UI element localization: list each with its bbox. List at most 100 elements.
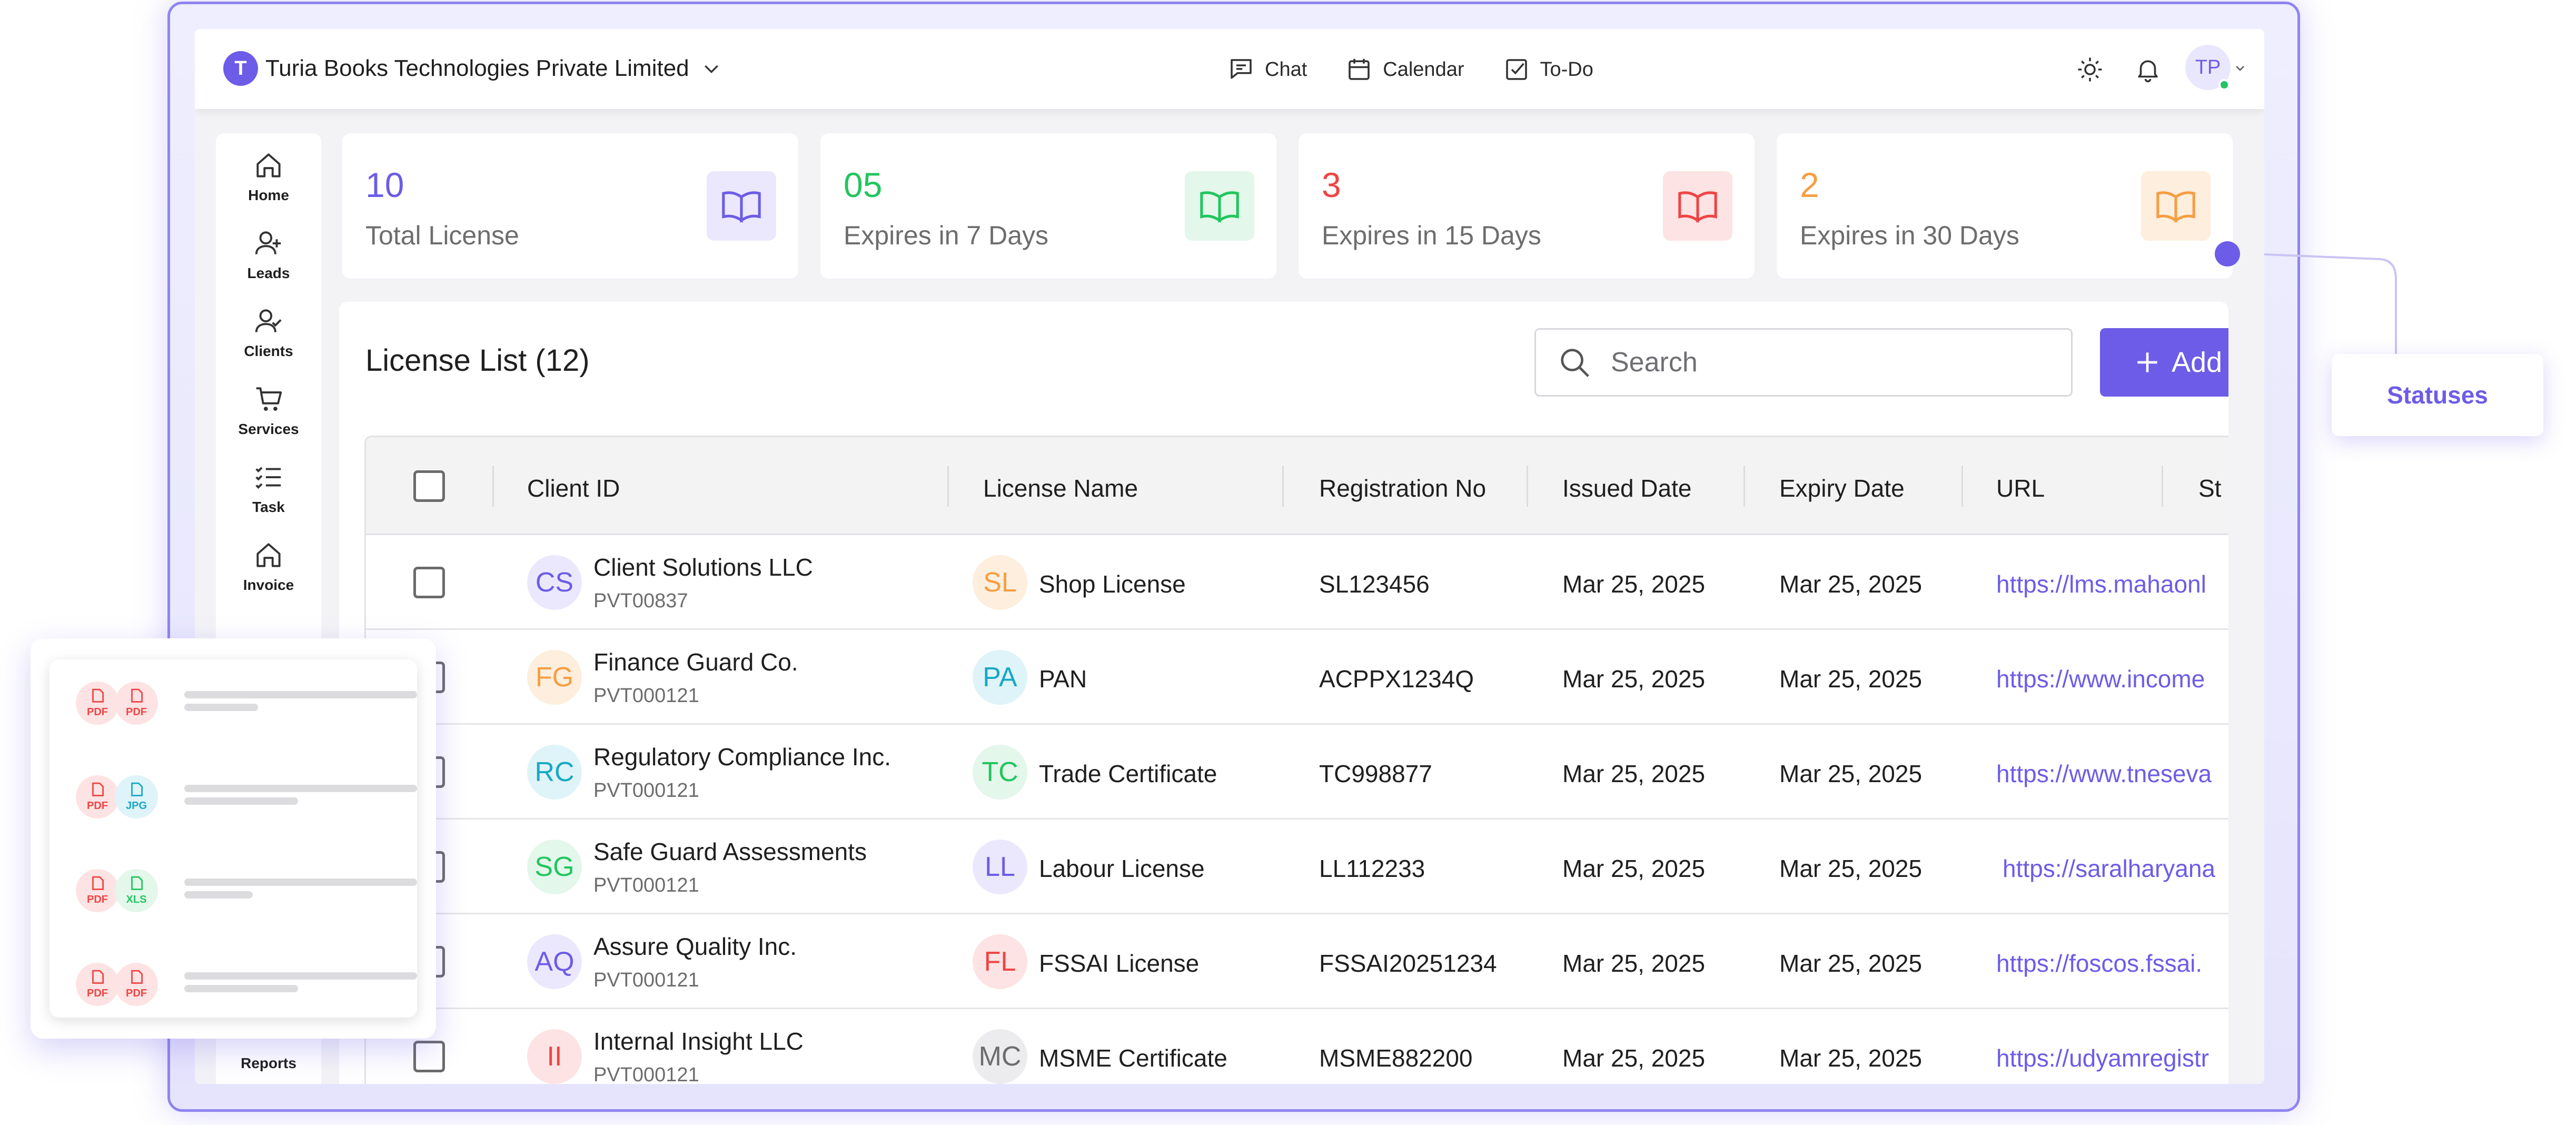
home-icon — [256, 153, 281, 177]
column-header[interactable]: URL — [1996, 474, 2045, 502]
column-header[interactable]: License Name — [983, 474, 1138, 502]
client-name[interactable]: Assure Quality Inc. — [593, 932, 797, 961]
expiry-date: Mar 25, 2025 — [1779, 1044, 1923, 1072]
file-type-label: PDF — [126, 987, 147, 999]
chat-link[interactable]: Chat — [1227, 55, 1307, 84]
license-url-link[interactable]: https://foscos.fssai. — [1996, 949, 2202, 978]
issued-date: Mar 25, 2025 — [1562, 760, 1706, 787]
stat-card-30-days[interactable]: 2 Expires in 30 Days — [1777, 133, 2233, 279]
top-bar: T Turia Books Technologies Private Limit… — [195, 29, 2264, 109]
checkbox-icon — [1505, 59, 1527, 80]
sidebar-item-leads[interactable]: Leads — [216, 227, 321, 282]
statuses-callout: Statuses — [2332, 354, 2543, 436]
sidebar-item-services[interactable]: Services — [216, 383, 321, 438]
client-code: PVT000121 — [593, 1064, 699, 1084]
license-url-link[interactable]: https://lms.mahaonl — [1996, 570, 2206, 598]
sidebar-item-home[interactable]: Home — [216, 149, 321, 204]
app-window: T Turia Books Technologies Private Limit… — [195, 29, 2264, 1084]
placeholder-line — [184, 691, 417, 698]
sidebar-item-task[interactable]: Task — [216, 461, 321, 516]
calendar-link[interactable]: Calendar — [1345, 55, 1464, 84]
bell-icon[interactable] — [2134, 55, 2162, 84]
pdf-icon — [92, 970, 104, 984]
pdf-icon — [92, 688, 104, 703]
pdf-file-badge[interactable]: PDF — [76, 682, 119, 725]
license-name: Shop License — [1039, 570, 1186, 598]
sidebar-item-label: Leads — [247, 265, 290, 281]
license-url-link[interactable]: https://udyamregistr — [1996, 1044, 2209, 1072]
pdf-file-badge[interactable]: PDF — [115, 682, 158, 725]
jpg-file-badge[interactable]: JPG — [115, 775, 158, 818]
registration-no: SL123456 — [1319, 570, 1430, 598]
issued-date: Mar 25, 2025 — [1562, 570, 1706, 598]
sidebar-item-label: Task — [252, 499, 285, 515]
book-icon — [2156, 191, 2195, 223]
stat-card-total[interactable]: 10 Total License — [342, 133, 798, 279]
stat-card-7-days[interactable]: 05 Expires in 7 Days — [820, 133, 1276, 279]
client-code: PVT000121 — [593, 685, 699, 707]
registration-no: ACPPX1234Q — [1319, 665, 1474, 693]
user-check-icon — [255, 309, 282, 332]
chevron-down-icon[interactable] — [2234, 62, 2246, 74]
callout-label: Statuses — [2387, 381, 2488, 409]
client-name[interactable]: Regulatory Compliance Inc. — [593, 743, 891, 771]
client-avatar: AQ — [527, 934, 582, 989]
table-row[interactable]: CS Client Solutions LLC PVT00837 SL Shop… — [366, 535, 2228, 630]
xls-file-badge[interactable]: XLS — [115, 869, 158, 912]
license-url-link[interactable]: https://saralharyana — [2003, 854, 2215, 883]
license-name: Labour License — [1039, 855, 1205, 882]
column-header[interactable]: Client ID — [527, 474, 620, 502]
file-type-label: JPG — [125, 800, 147, 812]
table-row[interactable]: RC Regulatory Compliance Inc. PVT000121 … — [366, 725, 2228, 820]
column-header[interactable]: Issued Date — [1562, 474, 1691, 502]
callout-anchor-dot — [2215, 241, 2240, 267]
column-divider — [1282, 466, 1284, 507]
pdf-file-badge[interactable]: PDF — [115, 963, 158, 1006]
todo-link[interactable]: To-Do — [1502, 55, 1593, 84]
search-input[interactable]: Search — [1534, 328, 2073, 397]
placeholder-line — [184, 985, 298, 992]
table-row[interactable]: FG Finance Guard Co. PVT000121 PA PAN AC… — [366, 630, 2228, 725]
row-checkbox[interactable] — [413, 1041, 445, 1072]
client-name[interactable]: Finance Guard Co. — [593, 648, 798, 676]
client-avatar: FG — [527, 650, 582, 705]
license-name: MSME Certificate — [1039, 1044, 1227, 1072]
org-switcher[interactable]: T Turia Books Technologies Private Limit… — [223, 51, 722, 86]
license-name: Trade Certificate — [1039, 760, 1217, 787]
sun-icon[interactable] — [2076, 55, 2104, 84]
select-all-checkbox[interactable] — [413, 470, 445, 502]
calendar-label: Calendar — [1383, 58, 1464, 81]
chevron-down-icon — [704, 65, 718, 74]
pdf-file-badge[interactable]: PDF — [76, 963, 119, 1006]
column-header[interactable]: Expiry Date — [1779, 474, 1905, 502]
table-row[interactable]: SG Safe Guard Assessments PVT000121 LL L… — [366, 820, 2228, 914]
org-name: Turia Books Technologies Private Limited — [265, 55, 689, 81]
client-name[interactable]: Internal Insight LLC — [593, 1027, 804, 1055]
placeholder-line — [184, 785, 417, 792]
sidebar-item-clients[interactable]: Clients — [216, 305, 321, 360]
table-row[interactable]: II Internal Insight LLC PVT000121 MC MSM… — [366, 1009, 2228, 1084]
add-button[interactable]: Add — [2100, 328, 2228, 397]
pdf-icon — [92, 876, 104, 890]
sidebar-item-invoice[interactable]: Invoice — [216, 539, 321, 594]
issued-date: Mar 25, 2025 — [1562, 1044, 1706, 1072]
license-url-link[interactable]: https://www.income — [1996, 665, 2205, 693]
add-button-label: Add — [2171, 347, 2223, 378]
sidebar-item-reports[interactable]: Reports — [216, 1050, 321, 1072]
org-badge: T — [223, 51, 258, 86]
placeholder-line — [184, 797, 298, 805]
client-name[interactable]: Client Solutions LLC — [593, 553, 813, 581]
column-header[interactable]: St — [2198, 474, 2221, 502]
stat-icon-box — [1185, 171, 1254, 241]
column-header[interactable]: Registration No — [1319, 474, 1486, 502]
pdf-file-badge[interactable]: PDF — [76, 775, 119, 818]
client-name[interactable]: Safe Guard Assessments — [593, 837, 867, 866]
file-type-label: PDF — [126, 706, 147, 718]
table-row[interactable]: AQ Assure Quality Inc. PVT000121 FL FSSA… — [366, 914, 2228, 1009]
stat-card-15-days[interactable]: 3 Expires in 15 Days — [1299, 133, 1755, 279]
row-checkbox[interactable] — [413, 567, 445, 598]
license-url-link[interactable]: https://www.tneseva — [1996, 759, 2212, 788]
expiry-date: Mar 25, 2025 — [1779, 760, 1923, 787]
pdf-file-badge[interactable]: PDF — [76, 869, 119, 912]
column-divider — [947, 466, 949, 507]
